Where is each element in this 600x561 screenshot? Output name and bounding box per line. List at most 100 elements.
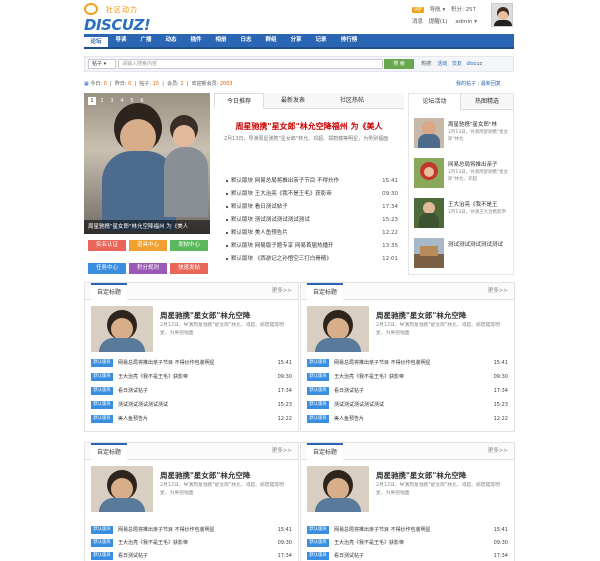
points-rules-button[interactable]: 积分规则 <box>129 263 167 274</box>
post-center-button[interactable]: 发帖中心 <box>170 240 208 251</box>
quick-post-button[interactable]: 快速发帖 <box>170 263 208 274</box>
nav-item-share[interactable]: 分享 <box>284 34 308 47</box>
today-count: 0 <box>103 81 107 87</box>
list-item[interactable]: 默认版块 网易总局将推出亲子节目 不得炒作包装明星 15:41 <box>307 524 508 536</box>
search-scope-select[interactable]: 帖子 ▾ <box>88 59 116 69</box>
block-image[interactable] <box>91 466 153 512</box>
block-title: 自定标题 <box>91 283 127 300</box>
block-image[interactable] <box>307 306 369 352</box>
block-headline[interactable]: 周星驰携"星女郎"林允空降 <box>160 470 250 481</box>
more-link[interactable]: 更多>> <box>488 443 508 460</box>
user-menu-link[interactable]: 导航 <box>430 7 441 13</box>
nav-item-guide[interactable]: 导读 <box>109 34 133 47</box>
activity-item[interactable]: 网易总局将推出亲子 2月13日，导演周星驰携"星女郎"林允、邓超 <box>414 158 512 192</box>
props-center-button[interactable]: 道具中心 <box>129 240 167 251</box>
search-button[interactable]: 搜 索 <box>384 59 414 69</box>
hot-searches: 热搜: 活动 交友 discuz <box>421 59 482 69</box>
list-item[interactable]: 默认版块 网易版子题专享 网易首届热播开 13:35 <box>226 240 398 253</box>
list-item[interactable]: 默认版块 看日测试帖子 17:34 <box>307 385 508 397</box>
newest-member[interactable]: 2003 <box>220 81 233 87</box>
slide-indicator[interactable]: 4 <box>118 97 126 105</box>
list-item[interactable]: 默认版块 王大治亮《我不是王毛》获影帝 09:30 <box>307 371 508 383</box>
messages-link[interactable]: 消息 <box>412 19 423 25</box>
list-item[interactable]: 默认版块 美人鱼预告片 12:22 <box>91 413 292 425</box>
tab-forum-activity[interactable]: 论坛活动 <box>409 94 461 110</box>
slide-indicator[interactable]: 1 <box>88 97 96 105</box>
activity-item[interactable]: 测试测试测试测试测试 <box>414 238 512 272</box>
tab-today-picks[interactable]: 今日推荐 <box>214 93 264 109</box>
nav-item-groups[interactable]: 群组 <box>259 34 283 47</box>
my-posts-link[interactable]: 我的帖子 <box>456 81 476 87</box>
featured-headline[interactable]: 周星驰携"星女郎"林允空降福州 为《美人 <box>214 121 404 132</box>
hot-term[interactable]: 交友 <box>452 61 462 67</box>
block-image[interactable] <box>91 306 153 352</box>
slide-indicator[interactable]: 3 <box>108 97 116 105</box>
hot-term[interactable]: discuz <box>467 61 483 67</box>
nav-item-forum[interactable]: 论坛 <box>84 35 108 47</box>
list-item[interactable]: 默认版块 看日测试帖子 17:34 <box>91 385 292 397</box>
task-center-button[interactable]: 任务中心 <box>88 263 126 274</box>
username-caret[interactable]: ▾ <box>474 19 477 25</box>
list-item[interactable]: 默认版块 测试测试测试测试测试 15:23 <box>307 399 508 411</box>
slide-indicator[interactable]: 5 <box>128 97 136 105</box>
nav-item-ranking[interactable]: 排行榜 <box>334 34 364 47</box>
activity-tabs: 论坛活动 热图精选 <box>409 94 513 110</box>
block-headline[interactable]: 周星驰携"星女郎"林允空降 <box>376 310 466 321</box>
more-link[interactable]: 更多>> <box>272 443 292 460</box>
block-title: 自定标题 <box>307 283 343 300</box>
nav-item-plugins[interactable]: 插件 <box>184 34 208 47</box>
list-item[interactable]: 默认版块 王大治亮《我不是王毛》获影帝 09:30 <box>91 371 292 383</box>
block-image[interactable] <box>307 466 369 512</box>
activity-item[interactable]: 王大治亮《我不是王 2月13日，导演王大治携影帝 <box>414 198 512 232</box>
logo-tagline: 社区动力 <box>106 6 138 14</box>
tab-latest-posts[interactable]: 最新发表 <box>268 93 318 109</box>
nav-item-blog[interactable]: 日志 <box>234 34 258 47</box>
nav-item-feed[interactable]: 动态 <box>159 34 183 47</box>
slide-indicator[interactable]: 2 <box>98 97 106 105</box>
block-title: 自定标题 <box>307 443 343 460</box>
custom-block: 自定标题 更多>> 周星驰携"星女郎"林允空降 2月13日，导演周星驰携"星女郎"… <box>84 282 299 432</box>
hot-term[interactable]: 活动 <box>437 61 447 67</box>
nav-item-records[interactable]: 记录 <box>309 34 333 47</box>
custom-block: 自定标题 更多>> 周星驰携"星女郎"林允空降 2月13日，导演周星驰携"星女郎"… <box>84 442 299 561</box>
activity-panel: 论坛活动 热图精选 周星驰携"星女郎"林 2月13日，导演周星驰携"星女郎"林允… <box>408 93 514 275</box>
search-input[interactable]: 请输入搜索内容 <box>118 59 383 69</box>
tab-hot-images[interactable]: 热图精选 <box>461 94 513 110</box>
forum-stats: ▦ 今日: 0 | 昨日: 0 | 帖子: 15 | 会员: 2 | 欢迎新会员… <box>84 81 233 87</box>
block-headline[interactable]: 周星驰携"星女郎"林允空降 <box>376 470 466 481</box>
list-item[interactable]: 默认版块 王大治亮《我不是王毛》获影帝 09:30 <box>91 537 292 549</box>
user-menu-caret[interactable]: ▾ <box>442 7 445 13</box>
slide-indicator[interactable]: 6 <box>138 97 146 105</box>
list-item[interactable]: 默认版块 王大治亮《我不是王毛》获影帝 09:30 <box>307 537 508 549</box>
list-item[interactable]: 默认版块 看日测试帖子 17:34 <box>226 201 398 214</box>
activity-item[interactable]: 周星驰携"星女郎"林 2月13日，导演周星驰携"星女郎"林允 <box>414 118 512 152</box>
nav-item-broadcast[interactable]: 广播 <box>134 34 158 47</box>
list-item[interactable]: 默认版块 网易总局将推出亲子节目 不得炒作 15:41 <box>226 175 398 188</box>
site-logo[interactable]: 社区动力 DISCUZ! <box>84 3 151 34</box>
more-link[interactable]: 更多>> <box>488 283 508 300</box>
list-item[interactable]: 默认版块 美人鱼预告片 12:22 <box>307 413 508 425</box>
latest-replies-link[interactable]: 最新回复 <box>481 81 501 87</box>
list-item[interactable]: 默认版块 网易总局将推出亲子节目 不得炒作包装明星 15:41 <box>91 357 292 369</box>
list-item[interactable]: 默认版块 网易总局将推出亲子节目 不得炒作包装明星 15:41 <box>307 357 508 369</box>
more-link[interactable]: 更多>> <box>272 283 292 300</box>
verify-button[interactable]: 实名认证 <box>88 240 126 251</box>
nav-item-album[interactable]: 相册 <box>209 34 233 47</box>
list-item[interactable]: 默认版块 测试测试测试测试测试 15:23 <box>226 214 398 227</box>
slideshow[interactable]: 1 2 3 4 5 6 周星驰携"星女郎"林允空降福州 为《美人 <box>84 93 210 234</box>
featured-summary: 2月13日，导演周星驰携"星女郎"林允、邓超、郑蔚蕴等明星，为男别福面 <box>224 136 389 142</box>
block-headline[interactable]: 周星驰携"星女郎"林允空降 <box>160 310 250 321</box>
tab-hot-threads[interactable]: 社区热帖 <box>324 93 380 109</box>
list-item[interactable]: 默认版块 美人鱼预告片 12:22 <box>226 227 398 240</box>
username-link[interactable]: admin <box>455 19 472 25</box>
list-item[interactable]: 默认版块 《西游记之孙悟空三打白骨精》 12:01 <box>226 253 398 266</box>
slide-caption[interactable]: 周星驰携"星女郎"林允空降福州 为《美人 <box>84 220 210 234</box>
list-item[interactable]: 默认版块 网易总局将推出亲子节目 不得炒作包装明星 15:41 <box>91 524 292 536</box>
list-item[interactable]: 默认版块 看日测试帖子 17:34 <box>91 550 292 561</box>
avatar[interactable] <box>491 3 513 27</box>
list-item[interactable]: 默认版块 测试测试测试测试测试 15:23 <box>91 399 292 411</box>
list-item[interactable]: 默认版块 看日测试帖子 17:34 <box>307 550 508 561</box>
yesterday-count: 0 <box>128 81 132 87</box>
reminders-link[interactable]: 提醒(1) <box>429 19 448 25</box>
list-item[interactable]: 默认版块 王大治亮《我不是王毛》获影帝 09:30 <box>226 188 398 201</box>
